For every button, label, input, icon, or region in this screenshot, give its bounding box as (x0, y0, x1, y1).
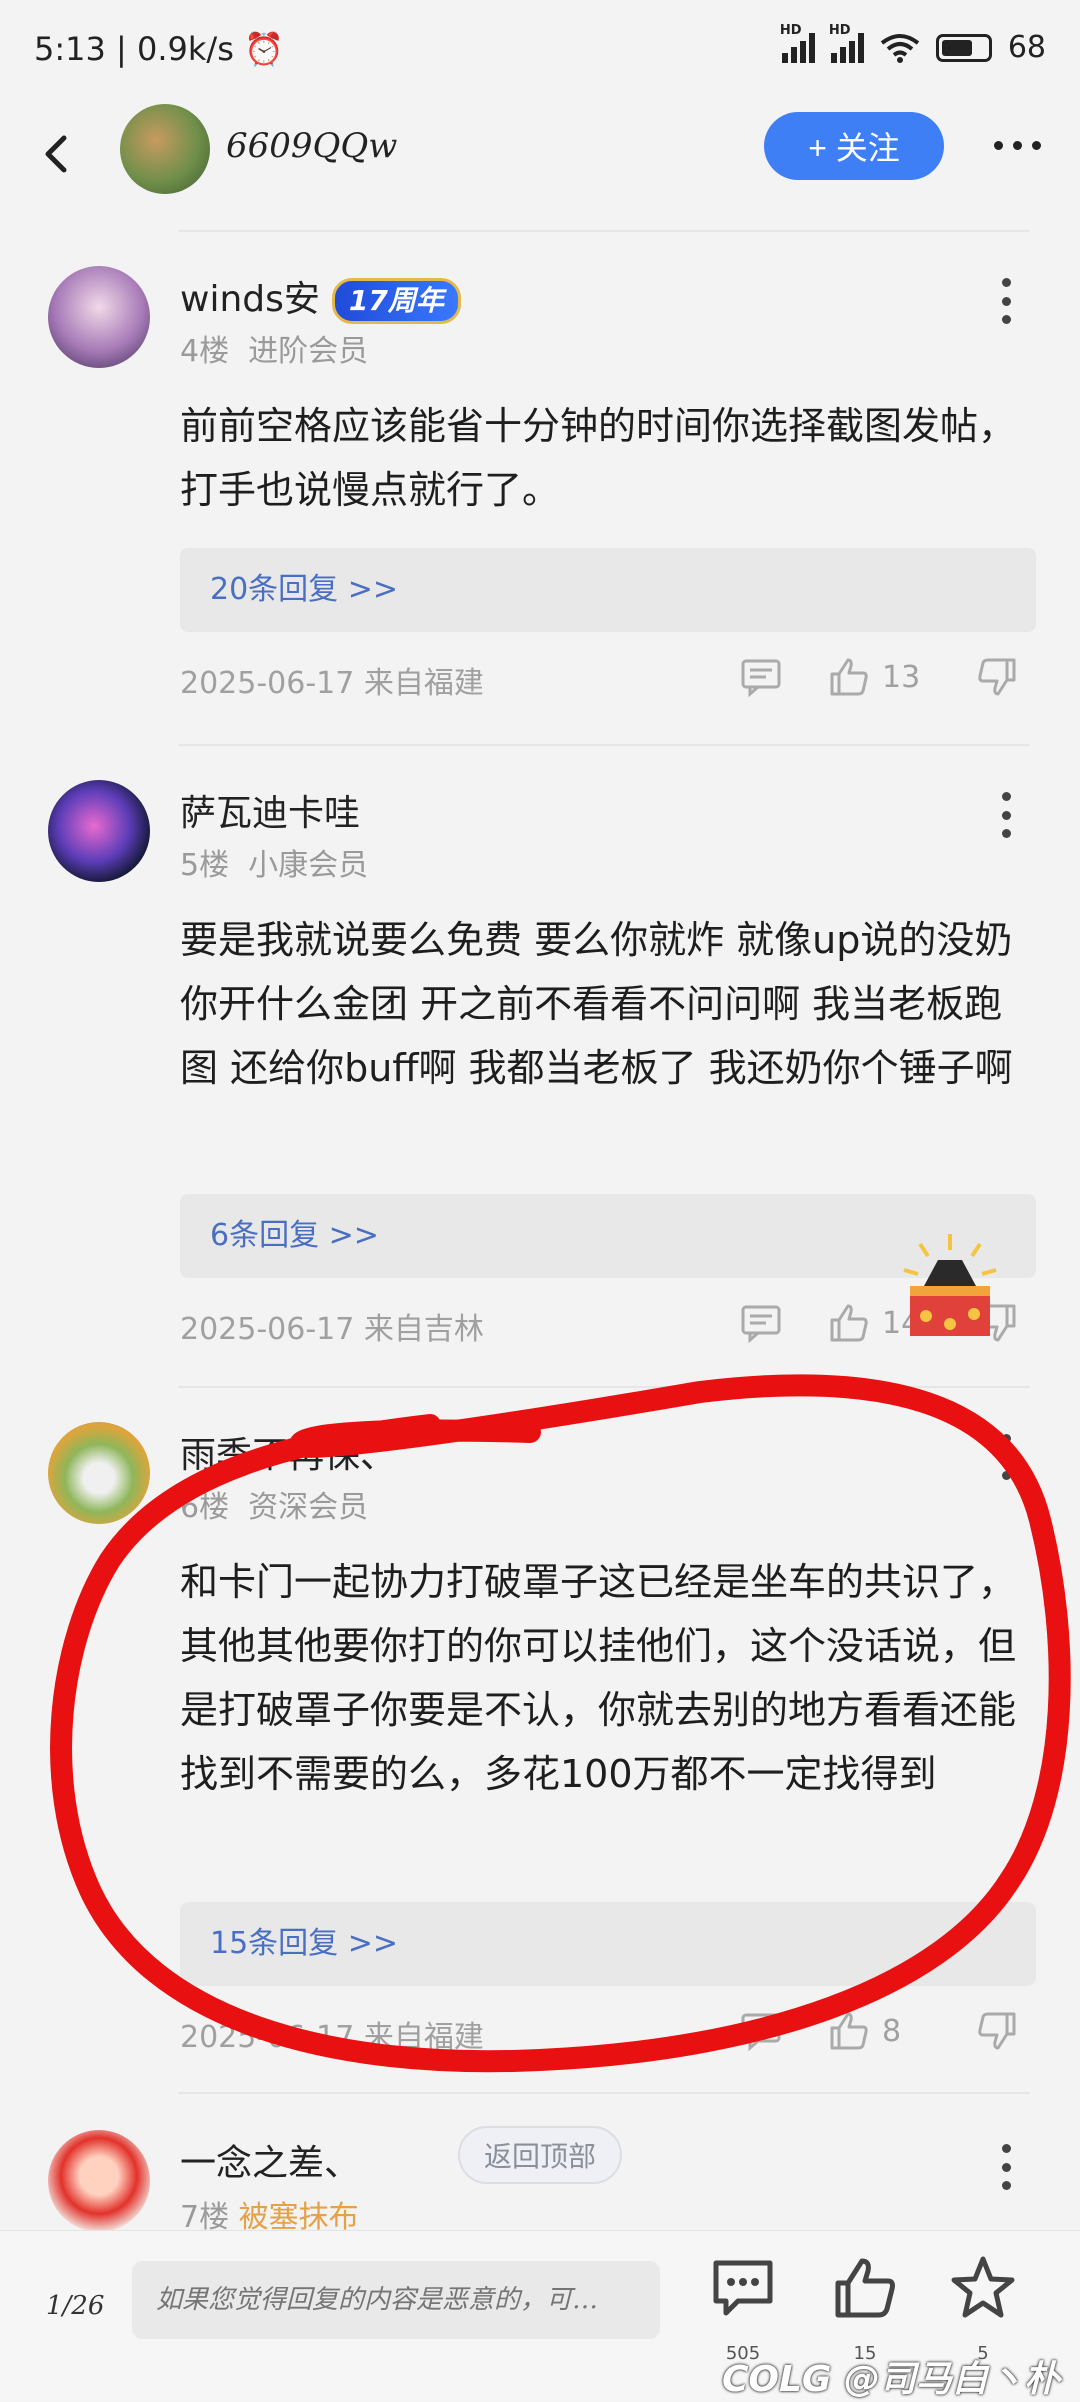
star-icon[interactable] (948, 2253, 1018, 2323)
more-icon[interactable] (994, 130, 1050, 160)
divider (178, 2092, 1030, 2094)
username[interactable]: 一念之差、 (180, 2134, 360, 2186)
author-avatar[interactable] (120, 104, 210, 194)
back-to-top-button[interactable]: 返回顶部 (458, 2126, 622, 2184)
thumb-down-icon (978, 658, 1016, 696)
thumb-down-icon (978, 2012, 1016, 2050)
comments-icon[interactable] (708, 2253, 778, 2323)
replies-link[interactable]: 20条回复 >> (180, 548, 1036, 632)
comment-text: 要是我就说要么免费 要么你就炸 就像up说的没奶你开什么金团 开之前不看看不问问… (180, 918, 1013, 1090)
thumb-up-icon (830, 1304, 868, 1342)
floor-meta: 6楼 资深会员 (180, 1490, 369, 1525)
like-button[interactable]: 13 (828, 656, 920, 698)
thumb-up-icon (830, 658, 868, 696)
post-date: 2025-06-17 来自福建 (180, 2020, 484, 2055)
divider (178, 230, 1030, 232)
wifi-icon (880, 33, 920, 63)
more-vert-icon[interactable] (1000, 278, 1012, 324)
network-speed: 0.9k/s (136, 30, 234, 68)
status-time: 5:13 (34, 30, 106, 68)
username[interactable]: 雨季不再保、 (180, 1426, 396, 1478)
page-indicator[interactable]: 1/26 (46, 2291, 104, 2321)
post-date: 2025-06-17 来自福建 (180, 666, 484, 701)
like-button[interactable]: 8 (828, 2010, 901, 2052)
thumb-up-icon (830, 2012, 868, 2050)
floor-meta: 5楼 小康会员 (180, 848, 369, 883)
dislike-button[interactable] (976, 2010, 1018, 2052)
status-left: 5:13 | 0.9k/s ⏰ (34, 30, 284, 68)
replies-link[interactable]: 15条回复 >> (180, 1902, 1036, 1986)
battery-icon (935, 33, 992, 62)
gift-box-icon[interactable] (890, 1230, 1010, 1350)
comment-text: 和卡门一起协力打破罩子这已经是坐车的共识了，其他其他要你打的你可以挂他们，这个没… (180, 1560, 1017, 1796)
more-vert-icon[interactable] (1000, 1434, 1012, 1480)
signal-icon: HD (780, 23, 815, 63)
divider (178, 744, 1030, 746)
watermark: COLG @司马白丶朴 (721, 2359, 1060, 2400)
username[interactable]: winds安 17周年 (180, 270, 461, 324)
back-icon[interactable] (34, 130, 82, 178)
more-vert-icon[interactable] (1000, 2144, 1012, 2190)
comment-icon[interactable] (740, 1302, 782, 1344)
avatar[interactable] (48, 780, 150, 882)
comment-icon[interactable] (740, 2010, 782, 2052)
comment-icon[interactable] (740, 656, 782, 698)
avatar[interactable] (48, 266, 150, 368)
reply-input[interactable] (132, 2261, 660, 2339)
avatar[interactable] (48, 2130, 150, 2232)
author-name[interactable]: 6609QQw (226, 126, 397, 166)
status-right: HD HD 68 (780, 23, 1046, 66)
status-bar: 5:13 | 0.9k/s ⏰ HD HD 68 (0, 0, 1080, 100)
like-count: 13 (882, 659, 921, 695)
anniversary-badge: 17周年 (331, 278, 461, 324)
divider (178, 1386, 1030, 1388)
signal-icon-2: HD (829, 23, 864, 63)
top-nav: 6609QQw + 关注 (0, 100, 1080, 230)
battery-percent: 68 (1007, 30, 1046, 65)
comment-text: 前前空格应该能省十分钟的时间你选择截图发帖，打手也说慢点就行了。 (180, 404, 1017, 512)
more-vert-icon[interactable] (1000, 792, 1012, 838)
dislike-button[interactable] (976, 656, 1018, 698)
username[interactable]: 萨瓦迪卡哇 (180, 784, 360, 836)
like-icon[interactable] (830, 2253, 900, 2323)
follow-button[interactable]: + 关注 (764, 112, 944, 180)
alarm-icon: ⏰ (244, 30, 284, 68)
floor-meta: 4楼 进阶会员 (180, 334, 369, 369)
post-date: 2025-06-17 来自吉林 (180, 1312, 484, 1347)
like-count: 8 (882, 2013, 902, 2049)
avatar[interactable] (48, 1422, 150, 1524)
